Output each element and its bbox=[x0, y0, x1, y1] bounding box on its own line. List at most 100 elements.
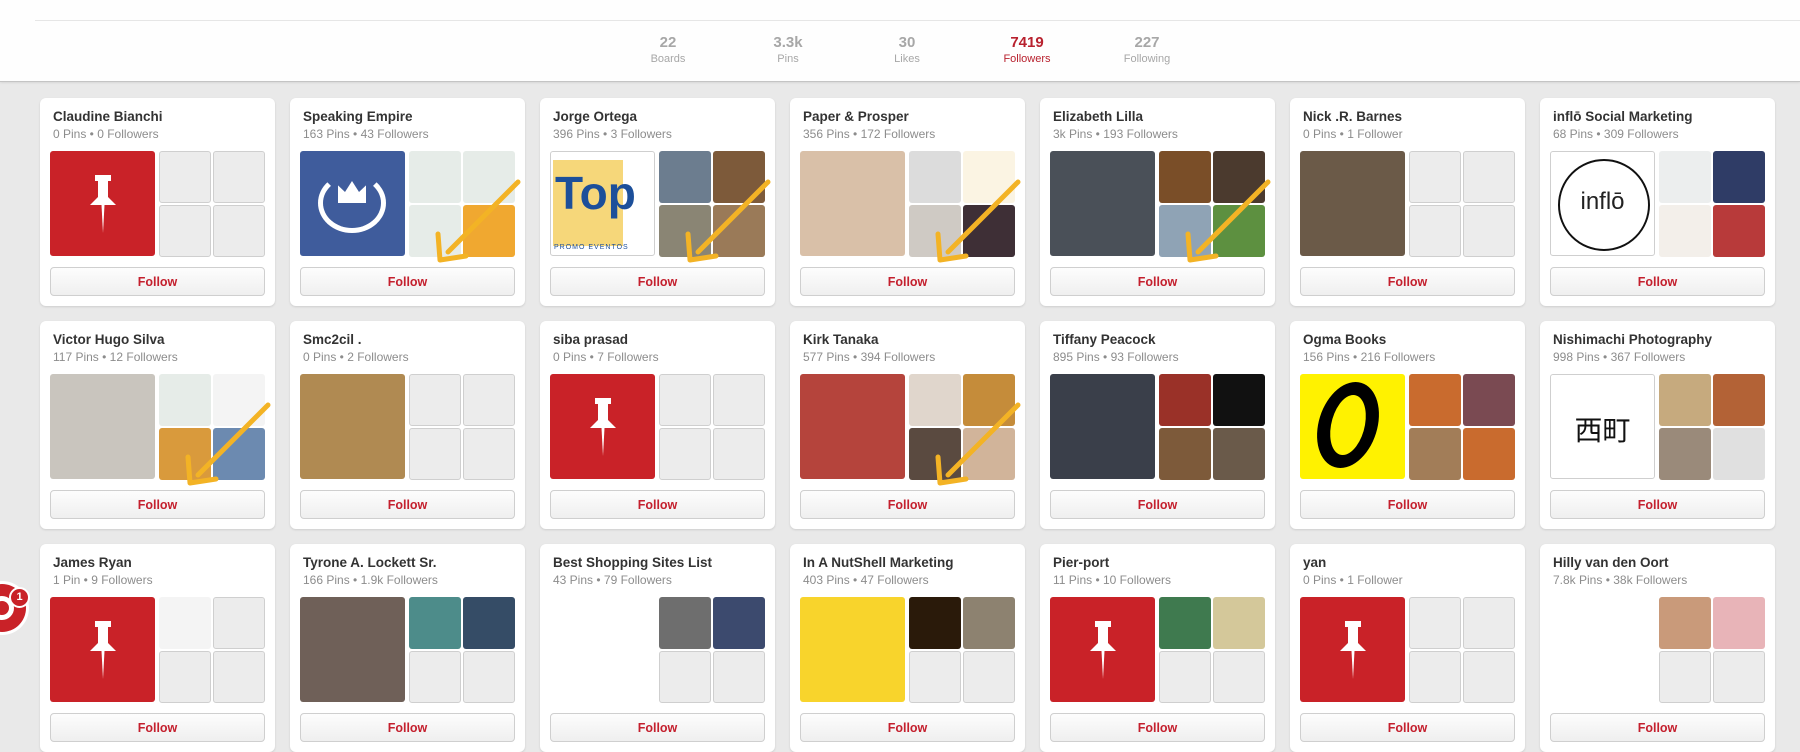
follow-button[interactable]: Follow bbox=[1300, 713, 1515, 742]
default-pin-thumbnail[interactable] bbox=[1050, 597, 1155, 702]
follower-name[interactable]: Claudine Bianchi bbox=[53, 109, 163, 124]
photo2-thumbnail[interactable] bbox=[1659, 428, 1711, 480]
plant-thumbnail[interactable] bbox=[1213, 205, 1265, 257]
strawberry-thumbnail[interactable] bbox=[1713, 597, 1765, 649]
infographic-thumbnail[interactable] bbox=[409, 205, 461, 257]
photo-thumbnail[interactable] bbox=[1659, 374, 1711, 426]
dog-thumbnail[interactable] bbox=[963, 374, 1015, 426]
floor-thumbnail[interactable] bbox=[1159, 151, 1211, 203]
follow-button[interactable]: Follow bbox=[550, 267, 765, 296]
follower-name[interactable]: Paper & Prosper bbox=[803, 109, 909, 124]
notification-badge[interactable]: 1 bbox=[9, 587, 30, 608]
bulldog3-thumbnail[interactable] bbox=[963, 428, 1015, 480]
follower-name[interactable]: In A NutShell Marketing bbox=[803, 555, 954, 570]
orange-thumbnail[interactable] bbox=[463, 205, 515, 257]
quote-black-thumbnail[interactable] bbox=[1213, 374, 1265, 426]
follower-name[interactable]: Hilly van den Oort bbox=[1553, 555, 1669, 570]
follow-button[interactable]: Follow bbox=[50, 713, 265, 742]
stat-pins[interactable]: 3.3k Pins bbox=[743, 34, 833, 66]
top-promo-thumbnail[interactable]: Top PROMO EVENTOS bbox=[550, 151, 655, 256]
follow-button[interactable]: Follow bbox=[800, 267, 1015, 296]
follow-button[interactable]: Follow bbox=[1550, 713, 1765, 742]
follow-button[interactable]: Follow bbox=[1050, 267, 1265, 296]
magazine-thumbnail[interactable] bbox=[963, 205, 1015, 257]
follower-name[interactable]: Victor Hugo Silva bbox=[53, 332, 165, 347]
follow-button[interactable]: Follow bbox=[1550, 267, 1765, 296]
shelf-thumbnail[interactable] bbox=[1213, 597, 1265, 649]
cyberman-thumbnail[interactable] bbox=[1713, 151, 1765, 203]
house2-thumbnail[interactable] bbox=[713, 205, 765, 257]
youtube-thumbnail[interactable] bbox=[1713, 205, 1765, 257]
follow-button[interactable]: Follow bbox=[1050, 490, 1265, 519]
follower-name[interactable]: Nishimachi Photography bbox=[1553, 332, 1712, 347]
infographic-thumbnail[interactable] bbox=[463, 151, 515, 203]
follow-button[interactable]: Follow bbox=[50, 267, 265, 296]
racecar-thumbnail[interactable] bbox=[1713, 374, 1765, 426]
camera-thumbnail[interactable] bbox=[909, 205, 961, 257]
follower-name[interactable]: Tyrone A. Lockett Sr. bbox=[303, 555, 437, 570]
inflo-logo-thumbnail[interactable]: inflō bbox=[1550, 151, 1655, 256]
follower-name[interactable]: Kirk Tanaka bbox=[803, 332, 879, 347]
interior-thumbnail[interactable] bbox=[1159, 428, 1211, 480]
wine-thumbnail[interactable] bbox=[659, 205, 711, 257]
default-pin-thumbnail[interactable] bbox=[1300, 597, 1405, 702]
man-wine-thumbnail[interactable] bbox=[1300, 151, 1405, 256]
laptop-thumbnail[interactable] bbox=[713, 597, 765, 649]
interior2-thumbnail[interactable] bbox=[1213, 428, 1265, 480]
follower-name[interactable]: Best Shopping Sites List bbox=[553, 555, 712, 570]
follow-button[interactable]: Follow bbox=[1050, 713, 1265, 742]
follower-name[interactable]: Speaking Empire bbox=[303, 109, 413, 124]
shopping-cart-thumbnail[interactable] bbox=[550, 597, 655, 702]
green-logo-thumbnail[interactable] bbox=[1550, 597, 1655, 702]
book-cover-thumbnail[interactable] bbox=[1409, 374, 1461, 426]
follow-button[interactable]: Follow bbox=[1550, 490, 1765, 519]
follower-name[interactable]: Pier-port bbox=[1053, 555, 1109, 570]
house-thumbnail[interactable] bbox=[659, 151, 711, 203]
stat-followers[interactable]: 7419 Followers bbox=[982, 34, 1072, 66]
follow-button[interactable]: Follow bbox=[1300, 490, 1515, 519]
tent-thumbnail[interactable] bbox=[1159, 597, 1211, 649]
bulldog2-thumbnail[interactable] bbox=[909, 428, 961, 480]
follower-name[interactable]: siba prasad bbox=[553, 332, 628, 347]
portrait-blonde-thumbnail[interactable] bbox=[800, 151, 905, 256]
document-thumbnail[interactable] bbox=[213, 374, 265, 426]
follow-button[interactable]: Follow bbox=[300, 490, 515, 519]
follower-name[interactable]: inflō Social Marketing bbox=[1553, 109, 1693, 124]
document-thumbnail[interactable] bbox=[159, 597, 211, 649]
sun-yellow-thumbnail[interactable] bbox=[800, 597, 905, 702]
follower-name[interactable]: James Ryan bbox=[53, 555, 132, 570]
follow-button[interactable]: Follow bbox=[800, 713, 1015, 742]
portrait-red-thumbnail[interactable] bbox=[800, 374, 905, 479]
coffee-thumbnail[interactable] bbox=[1213, 151, 1265, 203]
photo-bw-thumbnail[interactable] bbox=[1713, 428, 1765, 480]
follow-button[interactable]: Follow bbox=[50, 490, 265, 519]
poem-cover-thumbnail[interactable] bbox=[1463, 374, 1515, 426]
stat-likes[interactable]: 30 Likes bbox=[862, 34, 952, 66]
diagram-thumbnail[interactable] bbox=[1659, 205, 1711, 257]
desk-thumbnail[interactable] bbox=[909, 151, 961, 203]
blue-diagram-thumbnail[interactable] bbox=[213, 428, 265, 480]
keyboard-thumbnail[interactable] bbox=[659, 597, 711, 649]
follower-name[interactable]: yan bbox=[1303, 555, 1326, 570]
bulldog-thumbnail[interactable] bbox=[909, 374, 961, 426]
follower-name[interactable]: Ogma Books bbox=[1303, 332, 1386, 347]
sunset-thumbnail[interactable] bbox=[909, 597, 961, 649]
infographic-thumbnail[interactable] bbox=[159, 374, 211, 426]
crown-laurel-thumbnail[interactable] bbox=[300, 151, 405, 256]
nishimachi-logo-thumbnail[interactable]: 西町 bbox=[1550, 374, 1655, 479]
follow-button[interactable]: Follow bbox=[1300, 267, 1515, 296]
follower-name[interactable]: Elizabeth Lilla bbox=[1053, 109, 1143, 124]
follower-name[interactable]: Jorge Ortega bbox=[553, 109, 637, 124]
interior-thumbnail[interactable] bbox=[713, 151, 765, 203]
stat-following[interactable]: 227 Following bbox=[1102, 34, 1192, 66]
default-pin-thumbnail[interactable] bbox=[50, 151, 155, 256]
book-cover-thumbnail[interactable] bbox=[1463, 428, 1515, 480]
follow-button[interactable]: Follow bbox=[550, 713, 765, 742]
ogma-logo-thumbnail[interactable] bbox=[1300, 374, 1405, 479]
follower-name[interactable]: Tiffany Peacock bbox=[1053, 332, 1156, 347]
stat-boards[interactable]: 22 Boards bbox=[623, 34, 713, 66]
follow-button[interactable]: Follow bbox=[550, 490, 765, 519]
portrait-dark-thumbnail[interactable] bbox=[300, 597, 405, 702]
kids-thumbnail[interactable] bbox=[1159, 205, 1211, 257]
hands-thumbnail[interactable] bbox=[963, 597, 1015, 649]
